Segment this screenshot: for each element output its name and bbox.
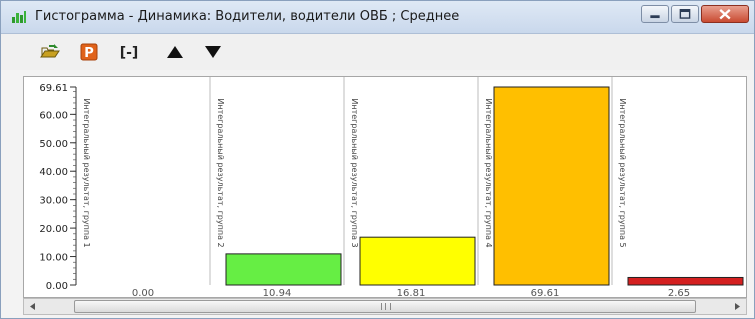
minimize-icon	[650, 15, 660, 19]
down-arrow-icon[interactable]	[202, 42, 224, 62]
category-label: Интегральный результат, группа 2	[216, 98, 225, 247]
y-tick-label: 20.00	[39, 224, 68, 235]
histogram-svg: 69.6160.0050.0040.0030.0020.0010.000.00 …	[39, 77, 744, 298]
histogram-bar	[225, 253, 342, 286]
bar-value-label: 69.61	[531, 288, 560, 298]
minimize-button[interactable]	[641, 5, 669, 23]
category-label: Интегральный результат, группа 1	[82, 98, 91, 247]
y-tick-label: 69.61	[39, 83, 68, 94]
category-label: Интегральный результат, группа 4	[484, 98, 493, 247]
toolbar: P [-]	[1, 34, 754, 70]
histogram-window: Гистограмма - Динамика: Водители, водите…	[0, 0, 755, 319]
category-label: Интегральный результат, группа 5	[618, 98, 627, 247]
y-tick-label: 60.00	[39, 110, 68, 121]
bar-value-label: 10.94	[263, 288, 292, 298]
y-tick-label: 30.00	[39, 196, 68, 207]
fit-range-label: [-]	[120, 45, 139, 61]
title-bar[interactable]: Гистограмма - Динамика: Водители, водите…	[1, 1, 754, 34]
y-tick-label: 0.00	[46, 281, 68, 292]
report-p-icon[interactable]: P	[78, 42, 100, 62]
bar-value-label: 2.65	[668, 288, 690, 298]
fit-range-icon[interactable]: [-]	[118, 42, 140, 62]
app-icon	[12, 11, 26, 23]
window-title: Гистограмма - Динамика: Водители, водите…	[35, 9, 460, 24]
bar-value-label: 0.00	[132, 288, 154, 298]
y-tick-label: 40.00	[39, 167, 68, 178]
close-button[interactable]	[701, 5, 749, 23]
close-icon	[719, 8, 731, 20]
horizontal-scrollbar[interactable]	[23, 298, 747, 315]
report-p-label: P	[84, 46, 94, 61]
histogram-bar	[627, 276, 744, 286]
scrollbar-thumb[interactable]	[74, 300, 696, 313]
y-tick-label: 10.00	[39, 253, 68, 264]
scroll-left-icon[interactable]	[25, 300, 41, 313]
open-icon[interactable]	[39, 42, 61, 62]
scroll-right-icon[interactable]	[729, 300, 745, 313]
category-label: Интегральный результат, группа 3	[350, 98, 359, 247]
bar-value-label: 16.81	[397, 288, 426, 298]
maximize-button[interactable]	[671, 5, 699, 23]
maximize-icon	[679, 9, 691, 19]
up-arrow-icon[interactable]	[164, 42, 186, 62]
scrollbar-grip-icon	[381, 303, 391, 310]
histogram-chart: 69.61 60.00 50.00 40.00 30.00 20.00 10.00 0.00 …	[23, 76, 747, 298]
histogram-bar	[493, 86, 610, 286]
histogram-bar	[359, 236, 476, 286]
y-tick-label: 50.00	[39, 139, 68, 150]
